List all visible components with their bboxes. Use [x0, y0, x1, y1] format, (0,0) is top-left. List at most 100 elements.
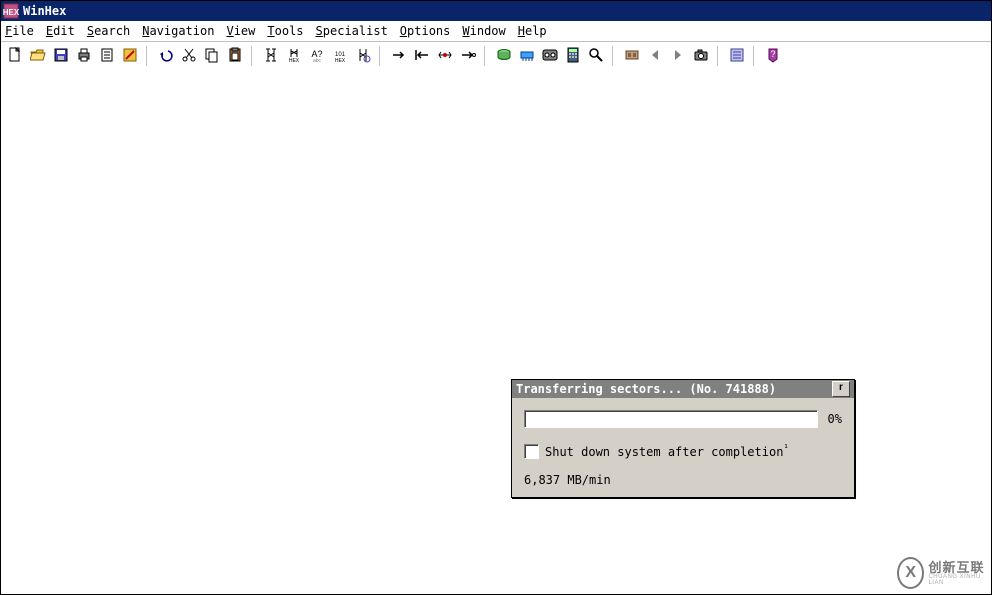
find-again-icon: [355, 47, 371, 66]
prev-button[interactable]: [645, 46, 665, 66]
app-title: WinHex: [23, 4, 66, 18]
capture-icon: [693, 47, 709, 66]
dialog-close-button[interactable]: r: [832, 381, 850, 397]
disk-button[interactable]: [494, 46, 514, 66]
open-icon: [30, 47, 46, 66]
analyze-button[interactable]: [586, 46, 606, 66]
menu-tools[interactable]: Tools: [267, 24, 303, 38]
shutdown-checkbox-label: Shut down system after completion¹: [545, 444, 789, 459]
progress-percent: 0%: [828, 412, 842, 426]
help-button[interactable]: ?: [763, 46, 783, 66]
next-button[interactable]: [668, 46, 688, 66]
go-button[interactable]: [389, 46, 409, 66]
menu-bar: File Edit Search Navigation View Tools S…: [1, 21, 991, 42]
toolbar: HEX A?abc 101HEX?: [1, 42, 991, 71]
menu-file[interactable]: File: [5, 24, 34, 38]
shutdown-checkbox[interactable]: [524, 444, 539, 459]
marker-icon: [437, 47, 453, 66]
svg-text:HEX: HEX: [335, 58, 346, 63]
help-icon: ?: [765, 47, 781, 66]
tool-general-icon: [624, 47, 640, 66]
find-again-button[interactable]: [353, 46, 373, 66]
watermark-logo-icon: X: [897, 557, 924, 589]
watermark: X 创新互联 CHUANG XINHU LIAN: [897, 556, 987, 590]
replace-hex-button[interactable]: 101HEX: [330, 46, 350, 66]
ram-button[interactable]: [517, 46, 537, 66]
forward-icon: [460, 47, 476, 66]
svg-text:abc: abc: [313, 58, 322, 63]
print-icon: [76, 47, 92, 66]
app-icon: HEX: [3, 3, 19, 19]
dialog-body: 0% Shut down system after completion¹ 6,…: [512, 398, 854, 497]
menu-specialist[interactable]: Specialist: [316, 24, 388, 38]
cut-button[interactable]: [179, 46, 199, 66]
options-general-button[interactable]: [727, 46, 747, 66]
menu-view[interactable]: View: [226, 24, 255, 38]
find-hex-button[interactable]: HEX: [284, 46, 304, 66]
write-icon: [122, 47, 138, 66]
menu-help[interactable]: Help: [518, 24, 547, 38]
prev-icon: [647, 47, 663, 66]
menu-options[interactable]: Options: [400, 24, 451, 38]
menu-edit[interactable]: Edit: [46, 24, 75, 38]
transfer-rate: 6,837 MB/min: [524, 473, 842, 487]
new-icon: [7, 47, 23, 66]
properties-icon: [99, 47, 115, 66]
paste-button[interactable]: [225, 46, 245, 66]
find-text-button[interactable]: A?abc: [307, 46, 327, 66]
menu-search[interactable]: Search: [87, 24, 130, 38]
paste-icon: [227, 47, 243, 66]
svg-text:HEX: HEX: [3, 8, 19, 17]
menu-navigation[interactable]: Navigation: [142, 24, 214, 38]
svg-text:HEX: HEX: [289, 58, 300, 63]
new-button[interactable]: [5, 46, 25, 66]
options-general-icon: [729, 47, 745, 66]
tape-icon: [542, 47, 558, 66]
back-button[interactable]: [412, 46, 432, 66]
find-text-icon: A?abc: [309, 47, 325, 66]
analyze-icon: [588, 47, 604, 66]
find-icon: [263, 47, 279, 66]
back-icon: [414, 47, 430, 66]
copy-icon: [204, 47, 220, 66]
tape-button[interactable]: [540, 46, 560, 66]
marker-button[interactable]: [435, 46, 455, 66]
toolbar-separator: [753, 46, 757, 66]
toolbar-separator: [379, 46, 383, 66]
find-hex-icon: HEX: [286, 47, 302, 66]
toolbar-separator: [251, 46, 255, 66]
toolbar-separator: [717, 46, 721, 66]
title-bar: HEX WinHex: [1, 1, 991, 21]
svg-text:?: ?: [770, 49, 775, 59]
calculator-icon: [565, 47, 581, 66]
replace-hex-icon: 101HEX: [332, 47, 348, 66]
capture-button[interactable]: [691, 46, 711, 66]
client-area: Transferring sectors... (No. 741888) r 0…: [1, 69, 991, 594]
ram-icon: [519, 47, 535, 66]
calculator-button[interactable]: [563, 46, 583, 66]
write-button[interactable]: [120, 46, 140, 66]
cut-icon: [181, 47, 197, 66]
open-button[interactable]: [28, 46, 48, 66]
undo-icon: [158, 47, 174, 66]
progress-bar: [524, 410, 818, 428]
properties-button[interactable]: [97, 46, 117, 66]
toolbar-separator: [146, 46, 150, 66]
print-button[interactable]: [74, 46, 94, 66]
toolbar-separator: [612, 46, 616, 66]
watermark-sub: CHUANG XINHU LIAN: [928, 574, 987, 586]
undo-button[interactable]: [156, 46, 176, 66]
find-button[interactable]: [261, 46, 281, 66]
watermark-main: 创新互联: [928, 561, 987, 574]
dialog-title-text: Transferring sectors... (No. 741888): [516, 382, 776, 396]
progress-dialog: Transferring sectors... (No. 741888) r 0…: [511, 379, 855, 498]
disk-icon: [496, 47, 512, 66]
dialog-title-bar[interactable]: Transferring sectors... (No. 741888) r: [512, 380, 854, 398]
forward-button[interactable]: [458, 46, 478, 66]
tool-general-button[interactable]: [622, 46, 642, 66]
app-window: HEX WinHex File Edit Search Navigation V…: [0, 0, 992, 595]
copy-button[interactable]: [202, 46, 222, 66]
next-icon: [670, 47, 686, 66]
save-button[interactable]: [51, 46, 71, 66]
menu-window[interactable]: Window: [462, 24, 505, 38]
